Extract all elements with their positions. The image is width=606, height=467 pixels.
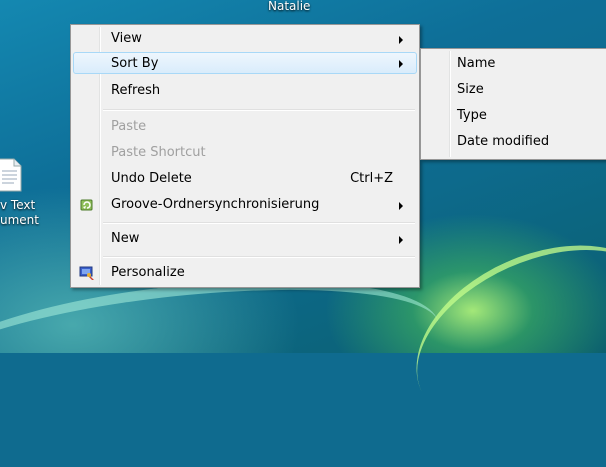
menu-item-label: Personalize <box>111 265 185 280</box>
menu-item-shortcut: Ctrl+Z <box>350 171 393 186</box>
menu-item-label: View <box>111 31 142 46</box>
desktop-icon-label-line2: ument <box>0 213 39 227</box>
text-document-icon[interactable] <box>0 158 24 192</box>
submenu-item-label: Type <box>457 108 487 123</box>
menu-separator <box>103 256 415 258</box>
menu-item-new[interactable]: New <box>73 228 417 250</box>
desktop-icon-label-line1: v Text <box>0 198 36 212</box>
menu-item-label: Sort By <box>111 56 159 71</box>
submenu-item-size[interactable]: Size <box>423 79 606 101</box>
submenu-arrow-icon <box>399 236 403 244</box>
menu-separator <box>103 222 415 224</box>
submenu-item-label: Name <box>457 56 496 71</box>
submenu-arrow-icon <box>399 202 403 210</box>
desktop-icon-label[interactable]: v Text ument <box>0 198 70 228</box>
desktop-context-menu: View Sort By Refresh Paste Paste Shortcu… <box>70 24 420 288</box>
submenu-arrow-icon <box>399 36 403 44</box>
sort-by-submenu: Name Size Type Date modified <box>420 48 606 160</box>
submenu-item-date-modified[interactable]: Date modified <box>423 131 606 153</box>
menu-item-label: Refresh <box>111 83 161 98</box>
menu-item-label: Paste <box>111 119 147 134</box>
submenu-item-label: Date modified <box>457 134 550 149</box>
submenu-arrow-icon <box>399 60 403 68</box>
menu-item-refresh[interactable]: Refresh <box>73 80 417 102</box>
menu-item-label: New <box>111 231 140 246</box>
submenu-item-label: Size <box>457 82 484 97</box>
desktop-icon-label-top[interactable]: Natalie <box>268 0 310 12</box>
menu-separator <box>103 109 415 111</box>
menu-item-paste[interactable]: Paste <box>73 116 417 138</box>
menu-item-paste-shortcut[interactable]: Paste Shortcut <box>73 142 417 164</box>
menu-item-view[interactable]: View <box>73 28 417 50</box>
submenu-item-type[interactable]: Type <box>423 105 606 127</box>
submenu-item-name[interactable]: Name <box>423 53 606 75</box>
menu-item-label: Groove-Ordnersynchronisierung <box>111 197 320 212</box>
menu-item-label: Undo Delete <box>111 171 192 186</box>
menu-item-personalize[interactable]: Personalize <box>73 262 417 284</box>
personalize-icon <box>79 266 94 280</box>
menu-item-groove-sync[interactable]: Groove-Ordnersynchronisierung <box>73 194 417 216</box>
menu-item-label: Paste Shortcut <box>111 145 206 160</box>
menu-item-undo-delete[interactable]: Undo Delete Ctrl+Z <box>73 168 417 190</box>
groove-sync-icon <box>80 199 93 211</box>
menu-item-sort-by[interactable]: Sort By <box>73 52 417 74</box>
